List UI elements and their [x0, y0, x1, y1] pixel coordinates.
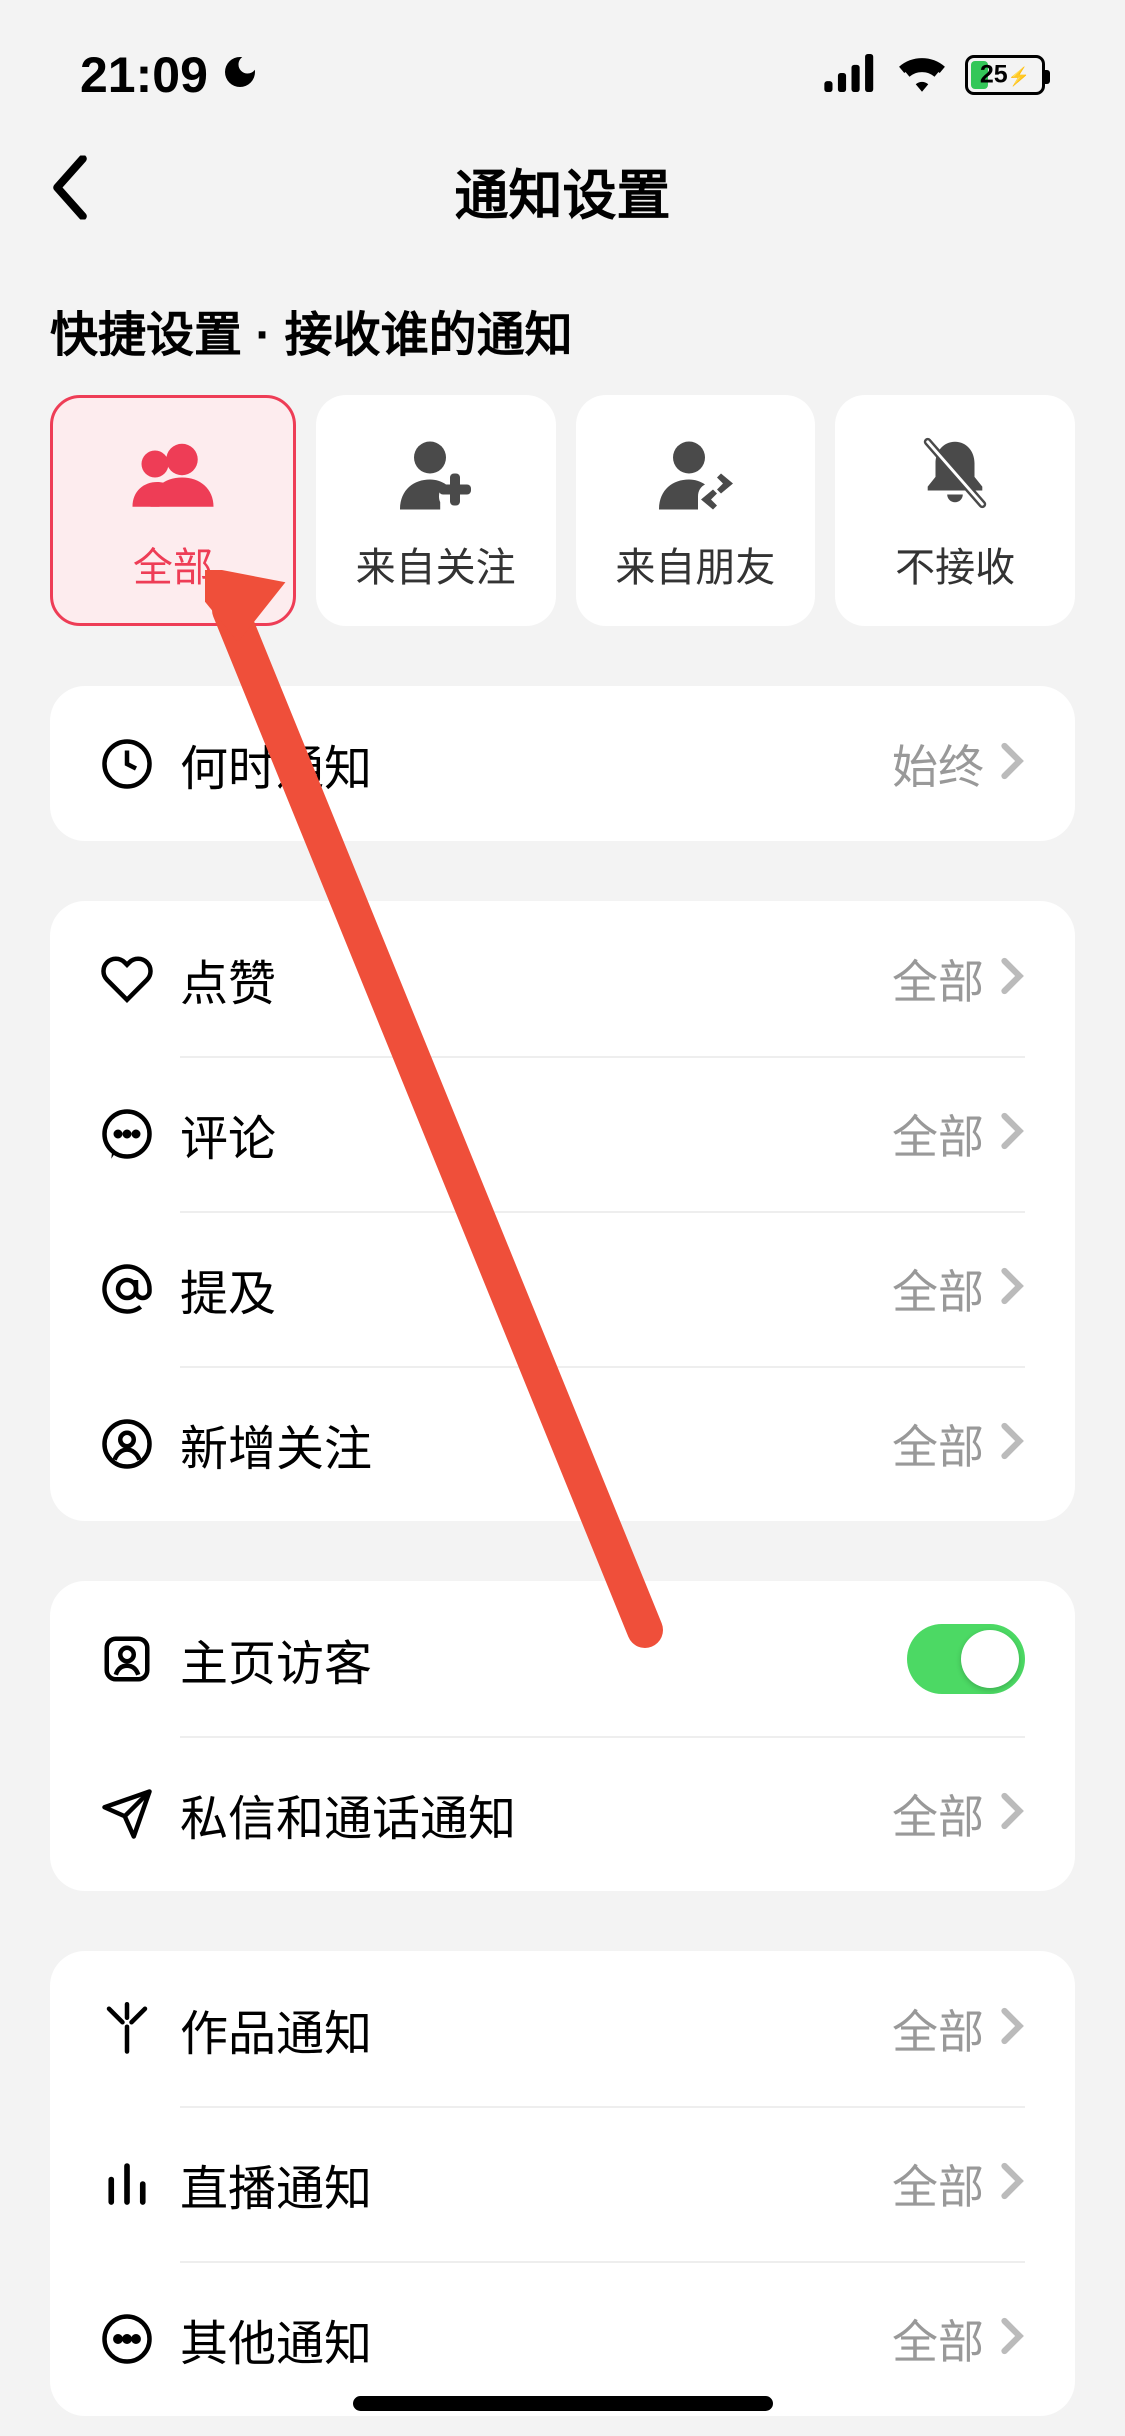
- sparkle-icon: [100, 2002, 180, 2056]
- quick-label: 来自关注: [356, 535, 516, 593]
- follow-add-icon: [396, 433, 476, 513]
- row-label: 作品通知: [180, 1994, 892, 2064]
- wifi-icon: [897, 54, 947, 97]
- row-label: 新增关注: [180, 1409, 892, 1479]
- quick-label: 不接收: [895, 535, 1015, 593]
- header: 通知设置: [0, 120, 1125, 260]
- row-label: 点赞: [180, 944, 892, 1014]
- profile-card-icon: [100, 1632, 180, 1686]
- row-value: 全部: [892, 2151, 984, 2217]
- toggle-visitor[interactable]: [907, 1624, 1025, 1694]
- row-label: 评论: [180, 1099, 892, 1169]
- row-visitor[interactable]: 主页访客: [50, 1581, 1075, 1736]
- status-bar: 21:09 25⚡: [0, 0, 1125, 120]
- row-dm[interactable]: 私信和通话通知 全部: [50, 1736, 1075, 1891]
- row-other[interactable]: 其他通知 全部: [50, 2261, 1075, 2416]
- chevron-right-icon: [999, 1266, 1025, 1311]
- settings-group-when: 何时通知 始终: [50, 686, 1075, 841]
- row-like[interactable]: 点赞 全部: [50, 901, 1075, 1056]
- row-comment[interactable]: 评论 全部: [50, 1056, 1075, 1211]
- chevron-right-icon: [999, 956, 1025, 1001]
- chevron-right-icon: [999, 2316, 1025, 2361]
- signal-icon: [824, 54, 879, 97]
- chevron-right-icon: [999, 1421, 1025, 1466]
- quick-card-follow[interactable]: 来自关注: [316, 395, 556, 626]
- row-works[interactable]: 作品通知 全部: [50, 1951, 1075, 2106]
- status-right: 25⚡: [824, 54, 1045, 97]
- back-button[interactable]: [50, 156, 90, 225]
- quick-card-none[interactable]: 不接收: [835, 395, 1075, 626]
- quick-card-friend[interactable]: 来自朋友: [576, 395, 816, 626]
- quick-section-label: 快捷设置 · 接收谁的通知: [0, 260, 1125, 395]
- group-icon: [128, 433, 218, 513]
- row-value: 全部: [892, 1781, 984, 1847]
- quick-settings-row: 全部 来自关注 来自朋友: [0, 395, 1125, 626]
- quick-label: 全部: [133, 535, 213, 593]
- row-when-notify[interactable]: 何时通知 始终: [50, 686, 1075, 841]
- row-value: 全部: [892, 1256, 984, 1322]
- send-icon: [100, 1787, 180, 1841]
- row-label: 私信和通话通知: [180, 1779, 892, 1849]
- row-label: 其他通知: [180, 2304, 892, 2374]
- row-label: 主页访客: [180, 1624, 907, 1694]
- clock-icon: [100, 737, 180, 791]
- status-left: 21:09: [80, 46, 260, 104]
- chevron-right-icon: [999, 1791, 1025, 1836]
- chevron-right-icon: [999, 741, 1025, 786]
- page-title: 通知设置: [455, 151, 671, 230]
- battery-icon: 25⚡: [965, 55, 1045, 95]
- home-indicator[interactable]: [353, 2396, 773, 2411]
- friend-swap-icon: [655, 433, 735, 513]
- row-label: 提及: [180, 1254, 892, 1324]
- chevron-right-icon: [999, 2006, 1025, 2051]
- row-new-follow[interactable]: 新增关注 全部: [50, 1366, 1075, 1521]
- more-circle-icon: [100, 2312, 180, 2366]
- row-value: 始终: [892, 731, 984, 797]
- row-value: 全部: [892, 1996, 984, 2062]
- row-value: 全部: [892, 1101, 984, 1167]
- chevron-right-icon: [999, 2161, 1025, 2206]
- chevron-right-icon: [999, 1111, 1025, 1156]
- status-time: 21:09: [80, 46, 208, 104]
- row-label: 何时通知: [180, 729, 892, 799]
- settings-group-visitor: 主页访客 私信和通话通知 全部: [50, 1581, 1075, 1891]
- settings-group-content: 作品通知 全部 直播通知 全部 其他通知 全部: [50, 1951, 1075, 2416]
- row-value: 全部: [892, 1411, 984, 1477]
- row-live[interactable]: 直播通知 全部: [50, 2106, 1075, 2261]
- row-value: 全部: [892, 946, 984, 1012]
- heart-icon: [100, 952, 180, 1006]
- user-circle-icon: [100, 1417, 180, 1471]
- bell-off-icon: [915, 433, 995, 513]
- moon-icon: [220, 46, 260, 104]
- bars-icon: [100, 2157, 180, 2211]
- quick-label: 来自朋友: [615, 535, 775, 593]
- row-mention[interactable]: 提及 全部: [50, 1211, 1075, 1366]
- comment-icon: [100, 1107, 180, 1161]
- row-label: 直播通知: [180, 2149, 892, 2219]
- at-icon: [100, 1262, 180, 1316]
- settings-group-interactions: 点赞 全部 评论 全部 提及 全部: [50, 901, 1075, 1521]
- quick-card-all[interactable]: 全部: [50, 395, 296, 626]
- row-value: 全部: [892, 2306, 984, 2372]
